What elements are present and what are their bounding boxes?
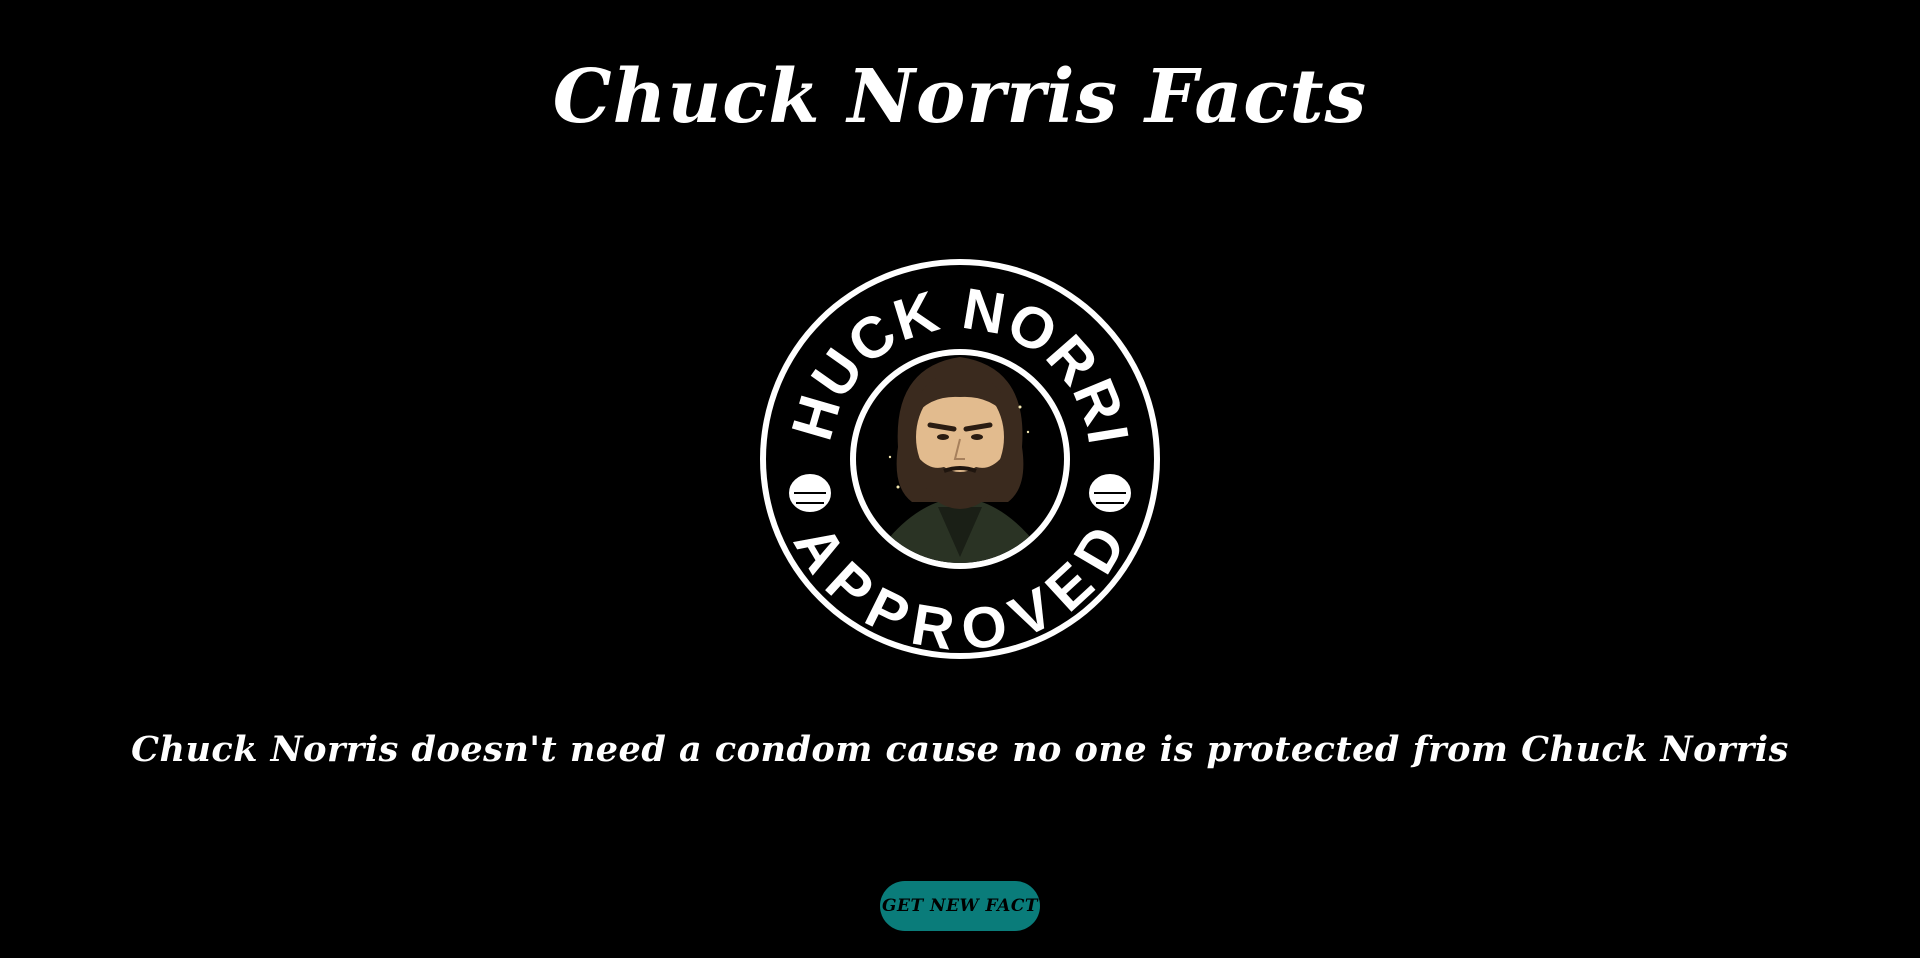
- get-new-fact-button[interactable]: GET NEW FACT: [880, 881, 1040, 931]
- chuck-norris-approved-badge-icon: CHUCK NORRIS APPROVED: [758, 257, 1162, 661]
- fact-text: Chuck Norris doesn't need a condom cause…: [131, 729, 1789, 770]
- page-title: Chuck Norris Facts: [552, 54, 1368, 140]
